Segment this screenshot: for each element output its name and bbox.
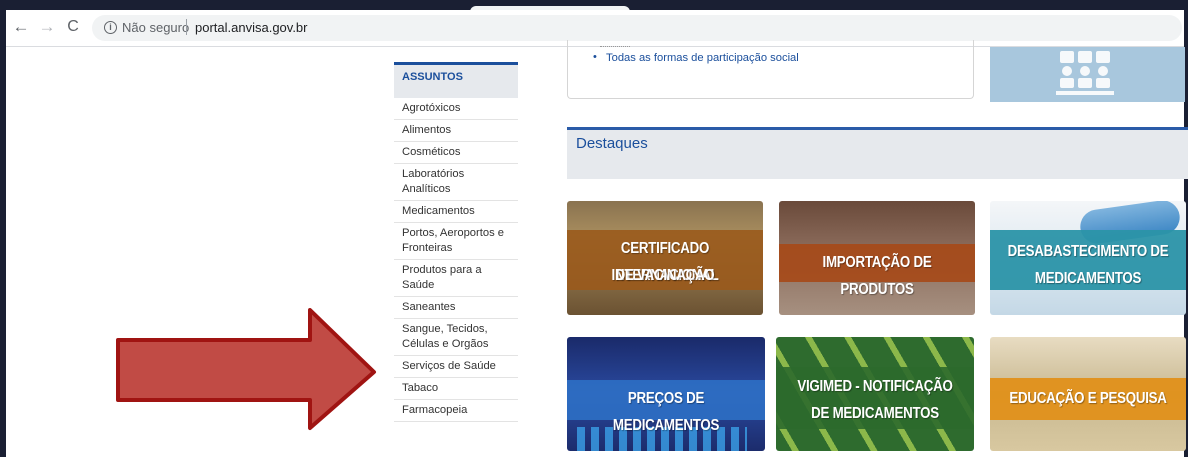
- red-arrow-annotation: [116, 308, 376, 430]
